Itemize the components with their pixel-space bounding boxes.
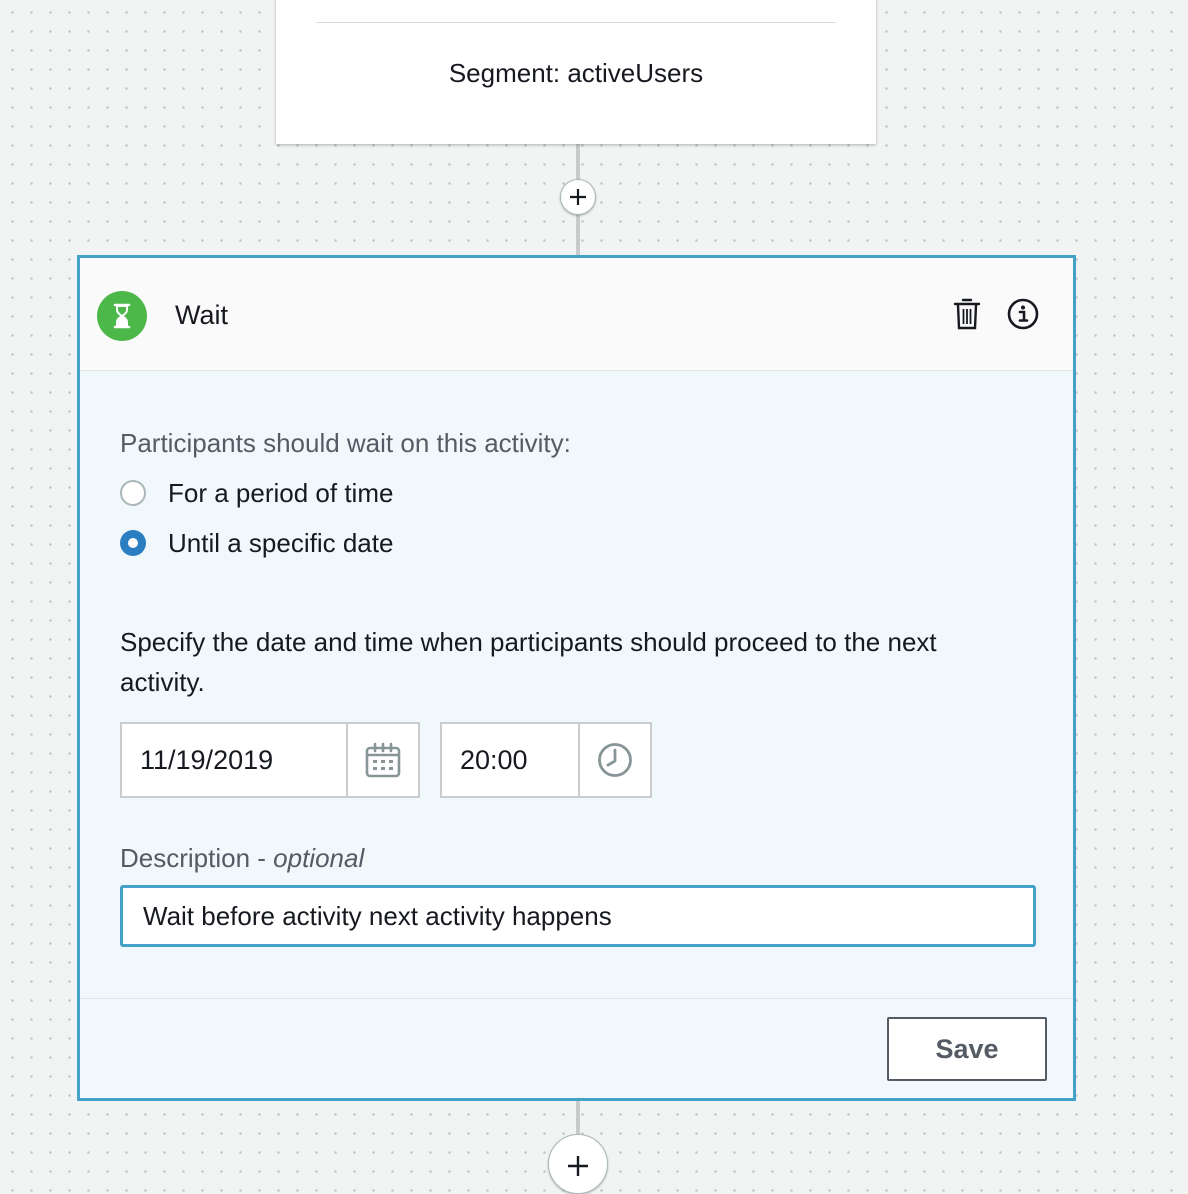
- radio-button-checked[interactable]: [120, 530, 146, 556]
- card-footer-divider: [80, 998, 1073, 999]
- description-label-text: Description -: [120, 843, 274, 873]
- hourglass-icon: [97, 291, 147, 341]
- radio-specific-date[interactable]: Until a specific date: [120, 526, 393, 560]
- radio-period-of-time[interactable]: For a period of time: [120, 476, 393, 510]
- description-label: Description - optional: [120, 843, 364, 874]
- segment-card-divider: [316, 22, 836, 23]
- wait-mode-question: Participants should wait on this activit…: [120, 428, 571, 458]
- wait-card-header: Wait: [80, 258, 1073, 371]
- time-input[interactable]: [442, 724, 578, 796]
- add-activity-button[interactable]: [560, 179, 596, 215]
- delete-button[interactable]: [949, 296, 985, 332]
- radio-label-period: For a period of time: [168, 477, 394, 508]
- plus-icon: [570, 189, 586, 205]
- radio-label-specific-date: Until a specific date: [168, 527, 394, 558]
- description-optional-text: optional: [273, 843, 365, 873]
- date-time-instruction: Specify the date and time when participa…: [120, 627, 937, 697]
- wait-activity-card: Wait Participants should wait on this ac…: [77, 255, 1076, 1101]
- segment-label: Segment: activeUsers: [448, 58, 704, 88]
- date-picker: [120, 722, 420, 798]
- trash-icon: [953, 298, 981, 330]
- info-icon: [1007, 298, 1039, 330]
- clock-button[interactable]: [578, 724, 650, 796]
- segment-activity-card[interactable]: Segment: activeUsers: [276, 0, 876, 144]
- save-button[interactable]: Save: [887, 1017, 1047, 1081]
- time-picker: [440, 722, 652, 798]
- calendar-button[interactable]: [346, 724, 418, 796]
- clock-icon: [598, 743, 632, 777]
- plus-icon: [568, 1156, 588, 1176]
- calendar-icon: [365, 742, 401, 778]
- wait-card-title: Wait: [175, 300, 228, 330]
- description-input[interactable]: [120, 885, 1036, 947]
- info-button[interactable]: [1005, 296, 1041, 332]
- radio-button-unchecked[interactable]: [120, 480, 146, 506]
- date-input[interactable]: [122, 724, 346, 796]
- add-activity-button-bottom[interactable]: [548, 1134, 608, 1194]
